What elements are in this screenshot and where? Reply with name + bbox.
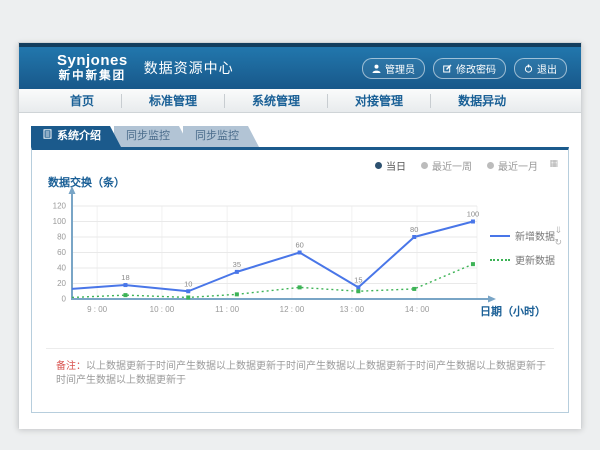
svg-text:9 : 00: 9 : 00 bbox=[87, 305, 108, 314]
svg-text:0: 0 bbox=[62, 295, 67, 304]
tab-sync-monitor-1[interactable]: 同步监控 bbox=[114, 126, 190, 147]
logo-brand-text: Synjones bbox=[57, 53, 128, 70]
svg-text:10 : 00: 10 : 00 bbox=[150, 305, 175, 314]
content-area: 系统介绍 同步监控 同步监控 当日 最近一周 bbox=[19, 113, 581, 429]
logout-label: 退出 bbox=[537, 61, 557, 76]
legend-line-solid-icon bbox=[490, 235, 510, 237]
legend-update-data-label: 更新数据 bbox=[515, 252, 555, 267]
svg-text:100: 100 bbox=[53, 217, 67, 226]
tab-system-intro[interactable]: 系统介绍 bbox=[31, 126, 121, 147]
svg-text:14 : 00: 14 : 00 bbox=[405, 305, 430, 314]
edit-icon bbox=[443, 64, 452, 73]
period-option-today[interactable]: 当日 bbox=[375, 158, 406, 173]
svg-text:13 : 00: 13 : 00 bbox=[340, 305, 365, 314]
logo-company-text: 新中新集团 bbox=[57, 70, 128, 83]
note-text: 以上数据更新于时间产生数据以上数据更新于时间产生数据以上数据更新于时间产生数据以… bbox=[56, 361, 546, 386]
page-title: 数据资源中心 bbox=[144, 58, 234, 78]
chart-toolbox: ⇓ ↻ bbox=[554, 226, 562, 247]
company-logo: Synjones 新中新集团 bbox=[57, 53, 128, 82]
nav-item-home[interactable]: 首页 bbox=[43, 94, 122, 108]
chart-legend: 新增数据 更新数据 bbox=[490, 228, 555, 267]
power-icon bbox=[524, 64, 533, 73]
change-password-button[interactable]: 修改密码 bbox=[433, 58, 506, 79]
app-header: Synjones 新中新集团 数据资源中心 管理员 修改密码 bbox=[19, 47, 581, 89]
tab-sync-monitor-1-label: 同步监控 bbox=[126, 126, 170, 147]
radio-dot-icon bbox=[421, 162, 428, 169]
svg-text:60: 60 bbox=[57, 248, 66, 257]
svg-text:11 : 00: 11 : 00 bbox=[215, 305, 239, 314]
svg-text:20: 20 bbox=[57, 279, 66, 288]
radio-dot-icon bbox=[375, 162, 382, 169]
footer-note: 备注：以上数据更新于时间产生数据以上数据更新于时间产生数据以上数据更新于时间产生… bbox=[46, 348, 554, 388]
tab-bar: 系统介绍 同步监控 同步监控 bbox=[31, 126, 252, 147]
svg-text:35: 35 bbox=[233, 260, 241, 269]
svg-text:10: 10 bbox=[184, 279, 192, 288]
admin-user-button[interactable]: 管理员 bbox=[362, 58, 425, 79]
svg-text:100: 100 bbox=[467, 210, 480, 219]
tab-sync-monitor-2[interactable]: 同步监控 bbox=[183, 126, 259, 147]
user-icon bbox=[372, 64, 381, 73]
svg-text:15: 15 bbox=[354, 275, 362, 284]
nav-item-standard-management[interactable]: 标准管理 bbox=[122, 94, 225, 108]
admin-user-label: 管理员 bbox=[385, 61, 415, 76]
toolbox-save-icon[interactable]: ⇓ bbox=[554, 226, 562, 235]
svg-text:80: 80 bbox=[410, 225, 418, 234]
tab-system-intro-label: 系统介绍 bbox=[57, 126, 101, 147]
document-icon bbox=[43, 126, 52, 147]
chart-panel: 当日 最近一周 最近一月 ▦ 数据交换（条） 0204060801001209 … bbox=[31, 147, 569, 413]
legend-item-update-data[interactable]: 更新数据 bbox=[490, 252, 555, 267]
legend-line-dotted-icon bbox=[490, 259, 510, 261]
period-selector: 当日 最近一周 最近一月 bbox=[375, 158, 538, 173]
toolbox-refresh-icon[interactable]: ↻ bbox=[554, 238, 562, 247]
logout-button[interactable]: 退出 bbox=[514, 58, 567, 79]
svg-text:120: 120 bbox=[53, 202, 67, 211]
svg-text:18: 18 bbox=[121, 273, 129, 282]
period-option-last-week[interactable]: 最近一周 bbox=[421, 158, 472, 173]
period-option-last-week-label: 最近一周 bbox=[432, 158, 472, 173]
radio-dot-icon bbox=[487, 162, 494, 169]
toolbox-menu-icon[interactable]: ▦ bbox=[549, 159, 558, 168]
legend-item-new-data[interactable]: 新增数据 bbox=[490, 228, 555, 243]
period-option-last-month[interactable]: 最近一月 bbox=[487, 158, 538, 173]
period-option-last-month-label: 最近一月 bbox=[498, 158, 538, 173]
svg-text:80: 80 bbox=[57, 233, 66, 242]
main-navigation: 首页 标准管理 系统管理 对接管理 数据异动 bbox=[19, 89, 581, 113]
header-actions: 管理员 修改密码 退出 bbox=[362, 58, 567, 79]
desktop-background: Synjones 新中新集团 数据资源中心 管理员 修改密码 bbox=[0, 0, 600, 450]
svg-text:40: 40 bbox=[57, 264, 66, 273]
svg-text:12 : 00: 12 : 00 bbox=[280, 305, 305, 314]
line-chart: 0 20 40 60 80 100 120 9 : 00 10 : 00 11 : 00 12 : … bbox=[42, 186, 512, 328]
change-password-label: 修改密码 bbox=[456, 61, 496, 76]
tab-sync-monitor-2-label: 同步监控 bbox=[195, 126, 239, 147]
app-window: Synjones 新中新集团 数据资源中心 管理员 修改密码 bbox=[18, 42, 582, 428]
svg-text:60: 60 bbox=[295, 241, 303, 250]
legend-new-data-label: 新增数据 bbox=[515, 228, 555, 243]
nav-item-interface-management[interactable]: 对接管理 bbox=[328, 94, 431, 108]
nav-item-system-management[interactable]: 系统管理 bbox=[225, 94, 328, 108]
nav-item-data-change[interactable]: 数据异动 bbox=[431, 94, 533, 108]
x-axis-title: 日期（小时） bbox=[480, 303, 546, 319]
note-label: 备注： bbox=[56, 361, 86, 372]
period-option-today-label: 当日 bbox=[386, 158, 406, 173]
